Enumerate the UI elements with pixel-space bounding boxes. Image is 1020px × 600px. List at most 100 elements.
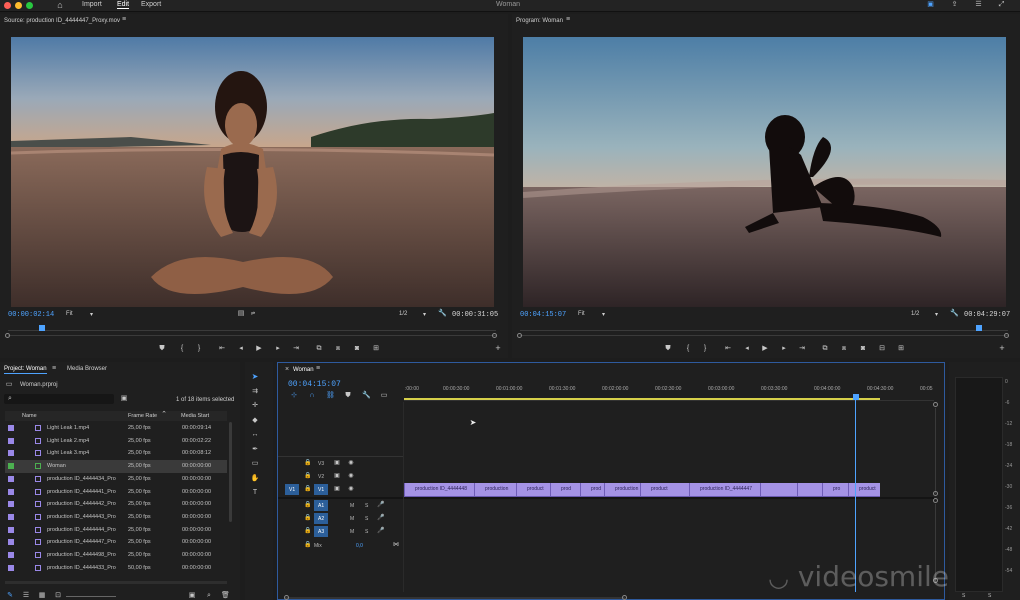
timeline-clip[interactable]: product bbox=[516, 483, 550, 496]
source-zoom-handle-right[interactable] bbox=[492, 333, 497, 338]
program-panel-menu-icon[interactable]: ≡ bbox=[564, 16, 572, 24]
label-color-swatch[interactable] bbox=[8, 513, 14, 520]
lock-icon[interactable]: 🔒 bbox=[304, 514, 312, 522]
razor-tool-icon[interactable]: ◆ bbox=[250, 417, 260, 425]
tab-media-browser[interactable]: Media Browser bbox=[67, 366, 107, 372]
project-row[interactable]: Light Leak 2.mp4 25,00 fps 00:00:02:22 bbox=[5, 435, 227, 448]
panel-menu-icon[interactable]: ≡ bbox=[120, 16, 128, 24]
timeline-clip[interactable]: prod bbox=[550, 483, 580, 496]
program-zoom-bar[interactable] bbox=[520, 335, 1008, 336]
timeline-settings-icon[interactable]: 🔧 bbox=[362, 392, 371, 400]
lock-icon[interactable]: 🔒 bbox=[304, 527, 312, 535]
timeline-horizontal-scrollbar[interactable] bbox=[285, 597, 625, 599]
track-a3-target[interactable]: A3 bbox=[314, 526, 328, 537]
project-row[interactable]: production ID_4444441_Pro 25,00 fps 00:00:… bbox=[5, 486, 227, 499]
timeline-clip[interactable]: product bbox=[848, 483, 880, 496]
source-scrub-bar[interactable] bbox=[8, 330, 496, 331]
track-v2-label[interactable]: V2 bbox=[318, 474, 324, 480]
mute-button[interactable]: M bbox=[350, 516, 354, 522]
program-current-timecode[interactable]: 00:04:15:07 bbox=[520, 311, 566, 319]
program-step-forward-icon[interactable]: ▸ bbox=[780, 345, 788, 353]
timeline-zoom-handle-right[interactable] bbox=[622, 595, 627, 600]
ripple-edit-tool-icon[interactable]: ✛ bbox=[250, 402, 260, 410]
program-wrench-icon[interactable]: 🔧 bbox=[950, 310, 959, 318]
project-row[interactable]: Light Leak 3.mp4 25,00 fps 00:00:08:12 bbox=[5, 447, 227, 460]
project-row[interactable]: Woman 25,00 fps 00:00:00:00 bbox=[5, 460, 227, 473]
microphone-icon[interactable]: 🎤 bbox=[377, 501, 385, 509]
vertical-zoom-handle-top[interactable] bbox=[933, 402, 938, 407]
program-mark-in-icon[interactable]: { bbox=[684, 345, 692, 353]
project-horizontal-scrollbar[interactable] bbox=[5, 581, 227, 584]
timeline-clip[interactable]: prod bbox=[580, 483, 604, 496]
icon-view-icon[interactable]: ▦ bbox=[38, 592, 46, 600]
add-marker-icon[interactable]: ⛊ bbox=[158, 345, 166, 353]
share-icon[interactable]: ⇪ bbox=[950, 1, 959, 9]
close-window-button[interactable] bbox=[4, 2, 11, 9]
source-patch-v1[interactable]: V1 bbox=[285, 484, 299, 495]
step-forward-icon[interactable]: ▸ bbox=[274, 345, 282, 353]
program-fit-select[interactable]: Fit ▾ bbox=[578, 311, 608, 318]
timeline-clip[interactable] bbox=[760, 483, 797, 496]
snap-icon[interactable]: ∩ bbox=[308, 392, 316, 400]
go-to-out-icon[interactable]: ⇥ bbox=[292, 345, 300, 353]
project-row[interactable]: production ID_4444433_Pro 50,00 fps 00:00:… bbox=[5, 562, 227, 575]
eye-icon[interactable]: ◉ bbox=[347, 459, 355, 467]
label-color-swatch[interactable] bbox=[8, 564, 14, 571]
new-bin-icon[interactable]: ▣ bbox=[120, 395, 128, 403]
column-media-start[interactable]: Media Start bbox=[181, 413, 209, 419]
program-zoom-handle-left[interactable] bbox=[517, 333, 522, 338]
solo-button[interactable]: S bbox=[365, 503, 368, 509]
program-step-back-icon[interactable]: ◂ bbox=[743, 345, 751, 353]
find-icon[interactable]: ⌕ bbox=[205, 592, 213, 600]
minimize-window-button[interactable] bbox=[15, 2, 22, 9]
program-go-to-out-icon[interactable]: ⇥ bbox=[798, 345, 806, 353]
button-editor-icon[interactable]: ⊞ bbox=[371, 345, 381, 353]
linked-selection-icon[interactable]: ⛓ bbox=[326, 392, 335, 400]
timeline-clip[interactable]: pro bbox=[822, 483, 848, 496]
project-row[interactable]: production ID_4444444_Pro 25,00 fps 00:00:… bbox=[5, 524, 227, 537]
freeform-view-icon[interactable]: ⊡ bbox=[54, 592, 62, 600]
project-row[interactable]: production ID_4444442_Pro 25,00 fps 00:00:… bbox=[5, 498, 227, 511]
track-select-tool-icon[interactable]: ⇉ bbox=[250, 388, 260, 396]
track-a1-target[interactable]: A1 bbox=[314, 500, 328, 511]
project-row[interactable]: Light Leak 1.mp4 25,00 fps 00:00:09:14 bbox=[5, 422, 227, 435]
sync-lock-icon[interactable]: ▣ bbox=[333, 459, 341, 467]
extract-icon[interactable]: ⧈ bbox=[839, 345, 849, 353]
step-back-icon[interactable]: ◂ bbox=[237, 345, 245, 353]
timeline-clip[interactable]: production ID_4444448 bbox=[404, 483, 474, 496]
add-button-icon[interactable]: + bbox=[494, 344, 502, 353]
trash-icon[interactable]: 🗑 bbox=[221, 592, 230, 600]
lock-icon[interactable]: 🔒 bbox=[304, 459, 312, 467]
wrench-icon[interactable]: 🔧 bbox=[438, 310, 447, 318]
program-play-icon[interactable]: ▶ bbox=[761, 345, 769, 353]
project-row[interactable]: production ID_4444447_Pro 25,00 fps 00:00:… bbox=[5, 536, 227, 549]
label-color-swatch[interactable] bbox=[8, 552, 14, 558]
lock-icon[interactable]: 🔒 bbox=[304, 472, 312, 480]
program-add-marker-icon[interactable]: ⛊ bbox=[664, 345, 672, 353]
captions-icon[interactable]: ▭ bbox=[379, 392, 389, 400]
lock-icon[interactable]: 🔒 bbox=[304, 501, 312, 509]
program-button-editor-icon[interactable]: ⊞ bbox=[896, 345, 906, 353]
timeline-clip[interactable]: production ID_44 bbox=[604, 483, 640, 496]
sync-lock-icon[interactable]: ▣ bbox=[333, 472, 341, 480]
program-resolution-select[interactable]: 1/2 ▾ bbox=[911, 311, 941, 318]
timeline-timecode[interactable]: 00:04:15:07 bbox=[288, 380, 341, 389]
source-playhead[interactable] bbox=[39, 325, 46, 331]
track-v3-label[interactable]: V3 bbox=[318, 461, 324, 467]
program-camera-icon[interactable]: ◙ bbox=[858, 345, 868, 353]
list-view-icon[interactable]: ☰ bbox=[22, 592, 30, 600]
label-color-swatch[interactable] bbox=[8, 437, 14, 444]
selection-tool-icon[interactable]: ➤ bbox=[250, 373, 260, 381]
source-zoom-handle-left[interactable] bbox=[5, 333, 10, 338]
solo-button[interactable]: S bbox=[365, 529, 368, 535]
mix-value[interactable]: 0,0 bbox=[356, 543, 363, 549]
label-color-swatch[interactable] bbox=[8, 526, 14, 533]
rectangle-tool-icon[interactable]: ▭ bbox=[250, 460, 260, 468]
fullscreen-icon[interactable]: ⤢ bbox=[997, 1, 1006, 9]
project-scrollbar[interactable] bbox=[229, 422, 232, 522]
label-color-swatch[interactable] bbox=[8, 539, 14, 546]
program-scrub-bar[interactable] bbox=[520, 330, 1008, 331]
go-to-in-icon[interactable]: ⇤ bbox=[218, 345, 226, 353]
project-row[interactable]: production ID_4444443_Pro 25,00 fps 00:00:… bbox=[5, 511, 227, 524]
source-settings-icon[interactable]: ▤ bbox=[237, 310, 245, 318]
